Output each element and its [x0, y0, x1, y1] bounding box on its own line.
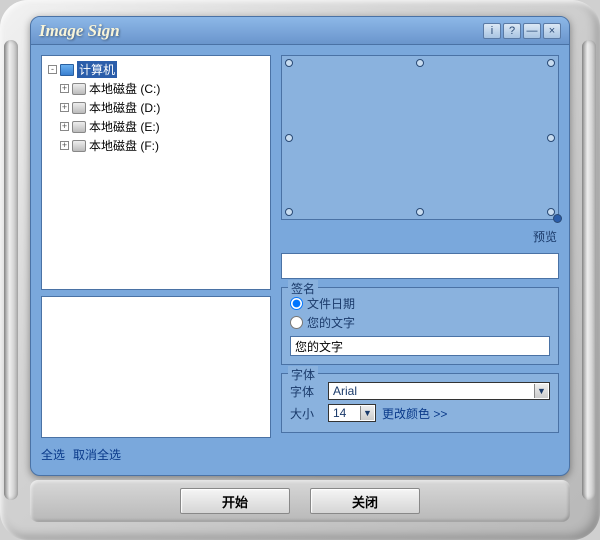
drive-icon: [72, 121, 86, 133]
chevron-down-icon[interactable]: ▼: [534, 384, 548, 398]
group-title: 字体: [288, 366, 318, 383]
combo-value: 14: [333, 406, 346, 420]
tree-node-drive[interactable]: + 本地磁盘 (E:): [46, 117, 266, 136]
resize-handle[interactable]: [285, 134, 293, 142]
font-family-row: 字体 Arial ▼: [290, 380, 550, 402]
preview-wrap: [281, 55, 559, 220]
content-area: - 计算机 + 本地磁盘 (C:) + 本地磁盘 (D:): [31, 45, 569, 475]
file-list[interactable]: [41, 296, 271, 438]
tree-label: 本地磁盘 (E:): [89, 118, 160, 135]
tree-label: 本地磁盘 (D:): [89, 99, 160, 116]
start-button[interactable]: 开始: [180, 488, 290, 514]
computer-icon: [60, 64, 74, 76]
group-title: 签名: [288, 280, 318, 297]
tree-node-computer[interactable]: - 计算机: [46, 60, 266, 79]
folder-tree[interactable]: - 计算机 + 本地磁盘 (C:) + 本地磁盘 (D:): [41, 55, 271, 290]
app-window: Image Sign i ? — × - 计算机 +: [30, 16, 570, 476]
tree-label: 计算机: [77, 61, 117, 78]
resize-handle[interactable]: [416, 208, 424, 216]
info-button[interactable]: i: [483, 23, 501, 39]
font-group: 字体 字体 Arial ▼ 大小 14 ▼ 更: [281, 373, 559, 433]
tree-node-drive[interactable]: + 本地磁盘 (C:): [46, 79, 266, 98]
expand-icon[interactable]: +: [60, 84, 69, 93]
font-label: 字体: [290, 383, 322, 400]
drive-icon: [72, 140, 86, 152]
selection-links: 全选 取消全选: [41, 444, 271, 465]
radio-file-date[interactable]: 文件日期: [290, 294, 550, 313]
preview-label: 预览: [281, 228, 559, 245]
expand-icon[interactable]: -: [48, 65, 57, 74]
radio-input[interactable]: [290, 316, 303, 329]
expand-icon[interactable]: +: [60, 122, 69, 131]
left-column: - 计算机 + 本地磁盘 (C:) + 本地磁盘 (D:): [41, 55, 271, 465]
close-app-button[interactable]: 关闭: [310, 488, 420, 514]
signature-group: 签名 文件日期 您的文字: [281, 287, 559, 365]
position-marker[interactable]: [553, 214, 562, 223]
size-label: 大小: [290, 405, 322, 422]
resize-handle[interactable]: [285, 59, 293, 67]
expand-icon[interactable]: +: [60, 141, 69, 150]
font-family-select[interactable]: Arial ▼: [328, 382, 550, 400]
bottom-bar: 开始 关闭: [30, 480, 570, 522]
close-button[interactable]: ×: [543, 23, 561, 39]
resize-handle[interactable]: [547, 134, 555, 142]
minimize-button[interactable]: —: [523, 23, 541, 39]
drive-icon: [72, 102, 86, 114]
title-bar[interactable]: Image Sign i ? — ×: [31, 17, 569, 45]
drive-icon: [72, 83, 86, 95]
tree-label: 本地磁盘 (C:): [89, 80, 160, 97]
tree-label: 本地磁盘 (F:): [89, 137, 159, 154]
deselect-all-link[interactable]: 取消全选: [73, 446, 121, 463]
device-frame: Image Sign i ? — × - 计算机 +: [0, 0, 600, 540]
signature-text-input[interactable]: [290, 336, 550, 356]
window-title: Image Sign: [39, 21, 483, 41]
output-path-field[interactable]: [281, 253, 559, 279]
resize-handle[interactable]: [416, 59, 424, 67]
resize-handle[interactable]: [285, 208, 293, 216]
select-all-link[interactable]: 全选: [41, 446, 65, 463]
titlebar-buttons: i ? — ×: [483, 23, 561, 39]
font-size-select[interactable]: 14 ▼: [328, 404, 376, 422]
radio-label: 您的文字: [307, 314, 355, 331]
change-color-link[interactable]: 更改颜色 >>: [382, 405, 447, 422]
chevron-down-icon[interactable]: ▼: [360, 406, 374, 420]
tree-node-drive[interactable]: + 本地磁盘 (F:): [46, 136, 266, 155]
frame-rail-left: [4, 40, 18, 500]
tree-node-drive[interactable]: + 本地磁盘 (D:): [46, 98, 266, 117]
help-button[interactable]: ?: [503, 23, 521, 39]
radio-input[interactable]: [290, 297, 303, 310]
radio-label: 文件日期: [307, 295, 355, 312]
resize-handle[interactable]: [547, 59, 555, 67]
radio-your-text[interactable]: 您的文字: [290, 313, 550, 332]
preview-canvas[interactable]: [281, 55, 559, 220]
font-size-row: 大小 14 ▼ 更改颜色 >>: [290, 402, 550, 424]
expand-icon[interactable]: +: [60, 103, 69, 112]
right-column: 预览 签名 文件日期 您的文字 字体: [281, 55, 559, 465]
combo-value: Arial: [333, 384, 357, 398]
frame-rail-right: [582, 40, 596, 500]
